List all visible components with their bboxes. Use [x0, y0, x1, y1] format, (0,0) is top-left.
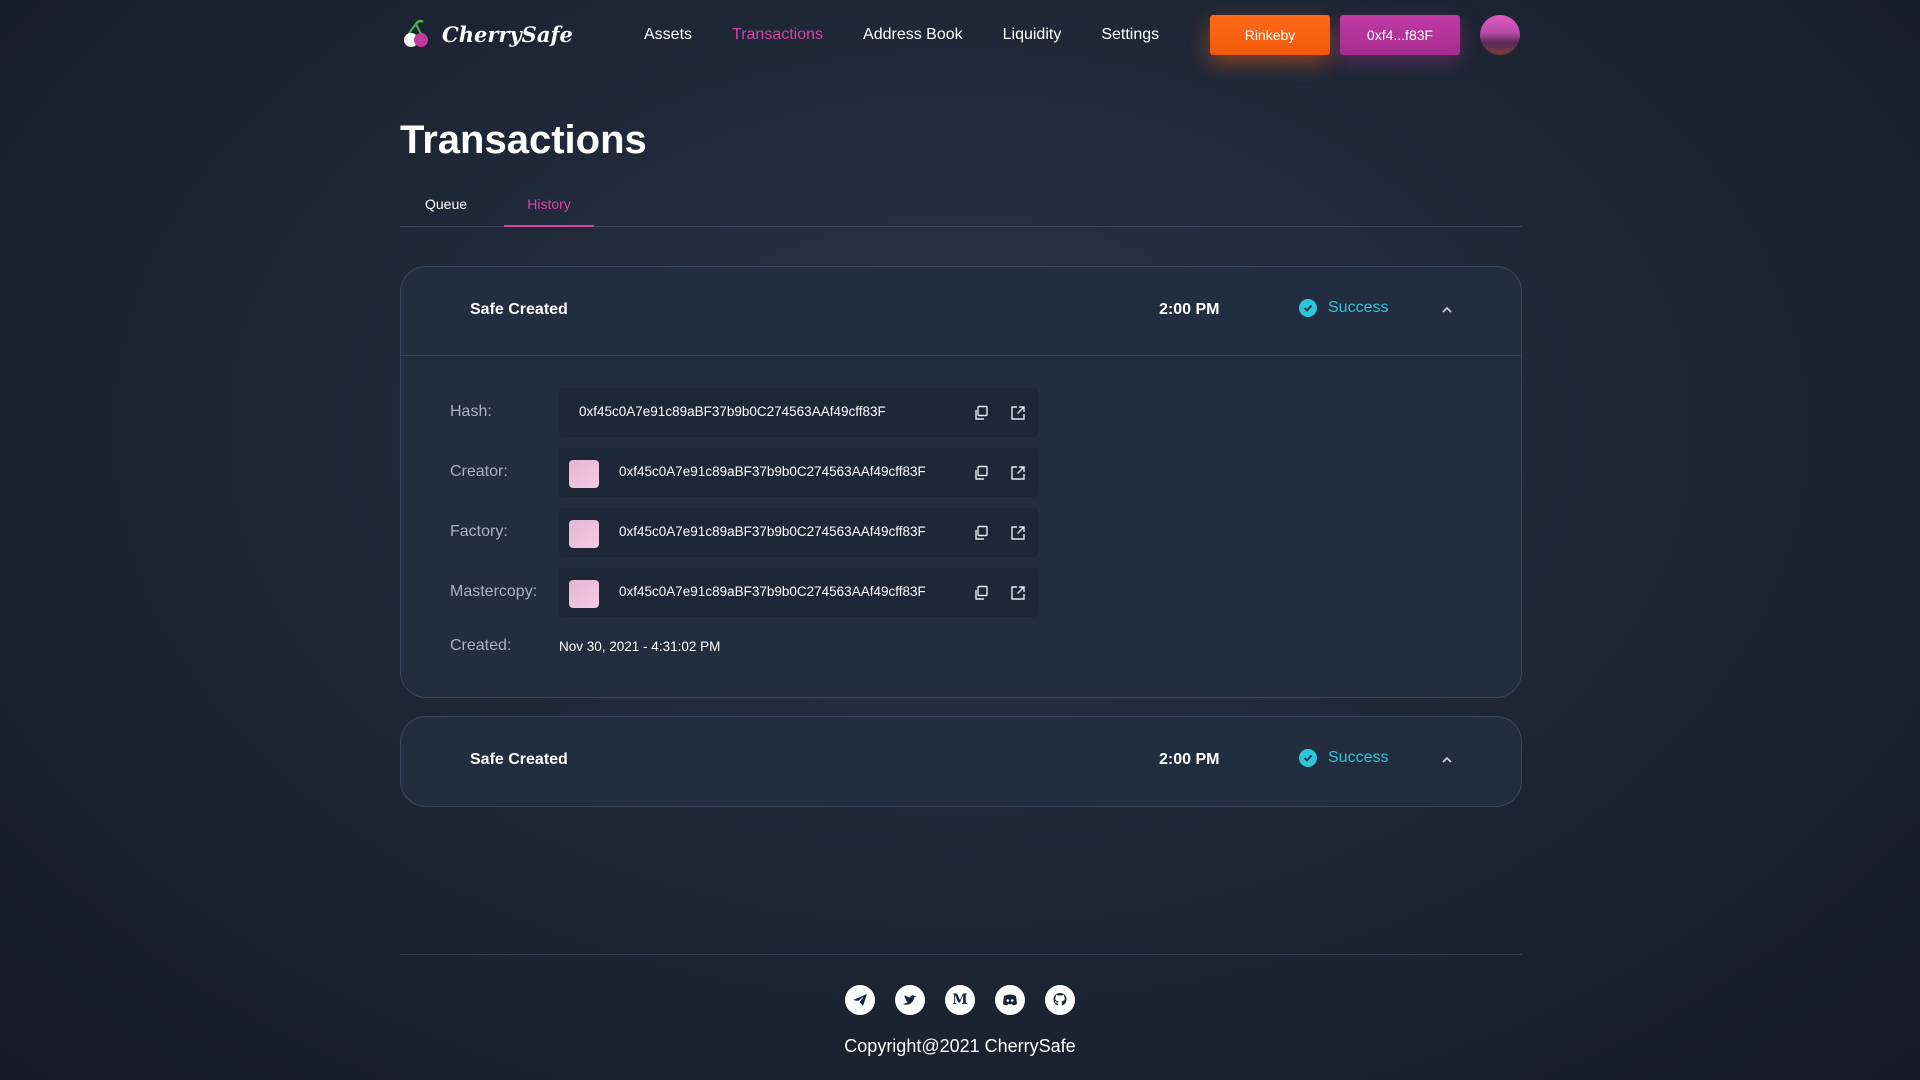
hash-label: Hash:	[450, 403, 492, 420]
discord-icon[interactable]	[995, 985, 1025, 1015]
factory-avatar	[569, 520, 599, 548]
external-link-icon[interactable]	[1010, 585, 1026, 601]
wallet-address-button[interactable]: 0xf4...f83F	[1340, 15, 1460, 55]
nav-assets[interactable]: Assets	[644, 26, 692, 44]
transaction-header[interactable]: Safe Created 2:00 PM Success	[401, 267, 1521, 356]
medium-icon[interactable]: M	[945, 985, 975, 1015]
transaction-card: Safe Created 2:00 PM Success Hash: 0xf45…	[400, 266, 1522, 698]
hash-value: 0xf45c0A7e91c89aBF37b9b0C274563AAf49cff8…	[579, 404, 886, 419]
twitter-icon[interactable]	[895, 985, 925, 1015]
nav-settings[interactable]: Settings	[1101, 26, 1159, 44]
creator-value: 0xf45c0A7e91c89aBF37b9b0C274563AAf49cff8…	[619, 464, 926, 479]
status-text: Success	[1328, 749, 1389, 766]
chevron-up-icon[interactable]	[1438, 751, 1456, 769]
creator-field: 0xf45c0A7e91c89aBF37b9b0C274563AAf49cff8…	[559, 448, 1038, 497]
network-button[interactable]: Rinkeby	[1210, 15, 1330, 55]
github-icon[interactable]	[1045, 985, 1075, 1015]
transaction-header[interactable]: Safe Created 2:00 PM Success	[401, 717, 1521, 805]
nav-liquidity[interactable]: Liquidity	[1003, 26, 1062, 44]
creator-label: Creator:	[450, 463, 508, 480]
external-link-icon[interactable]	[1010, 465, 1026, 481]
copyright-text: Copyright@2021 CherrySafe	[844, 1036, 1076, 1056]
transaction-time: 2:00 PM	[1159, 751, 1220, 768]
status-badge: Success	[1299, 299, 1388, 317]
tab-queue[interactable]: Queue	[425, 196, 467, 212]
brand-name: CherrySafe	[442, 21, 573, 47]
factory-label: Factory:	[450, 523, 508, 540]
mastercopy-field: 0xf45c0A7e91c89aBF37b9b0C274563AAf49cff8…	[559, 568, 1038, 617]
factory-field: 0xf45c0A7e91c89aBF37b9b0C274563AAf49cff8…	[559, 508, 1038, 557]
status-text: Success	[1328, 299, 1389, 316]
creator-avatar	[569, 460, 599, 488]
brand-logo[interactable]: CherrySafe	[400, 18, 573, 50]
external-link-icon[interactable]	[1010, 525, 1026, 541]
cherry-logo-icon	[404, 19, 428, 47]
page-title: Transactions	[400, 118, 647, 162]
created-label: Created:	[450, 637, 512, 654]
copy-icon[interactable]	[973, 465, 989, 481]
transaction-time: 2:00 PM	[1159, 301, 1220, 318]
footer-divider	[400, 954, 1522, 955]
status-badge: Success	[1299, 749, 1388, 767]
top-nav: CherrySafe Assets Transactions Address B…	[400, 14, 1522, 58]
nav-transactions[interactable]: Transactions	[732, 26, 823, 44]
hash-field: 0xf45c0A7e91c89aBF37b9b0C274563AAf49cff8…	[559, 388, 1038, 437]
social-links: M	[845, 985, 1075, 1015]
transaction-title: Safe Created	[470, 301, 568, 318]
mastercopy-avatar	[569, 580, 599, 608]
check-circle-icon	[1299, 299, 1317, 317]
nav-address-book[interactable]: Address Book	[863, 26, 963, 44]
copy-icon[interactable]	[973, 525, 989, 541]
main-menu: Assets Transactions Address Book Liquidi…	[644, 26, 1159, 44]
tab-bar: Queue History	[400, 190, 1522, 227]
tab-history[interactable]: History	[504, 196, 594, 227]
external-link-icon[interactable]	[1010, 405, 1026, 421]
copy-icon[interactable]	[973, 405, 989, 421]
factory-value: 0xf45c0A7e91c89aBF37b9b0C274563AAf49cff8…	[619, 524, 926, 539]
chevron-up-icon[interactable]	[1438, 301, 1456, 319]
telegram-icon[interactable]	[845, 985, 875, 1015]
mastercopy-label: Mastercopy:	[450, 583, 538, 600]
transaction-title: Safe Created	[470, 751, 568, 768]
mastercopy-value: 0xf45c0A7e91c89aBF37b9b0C274563AAf49cff8…	[619, 584, 926, 599]
copy-icon[interactable]	[973, 585, 989, 601]
created-value: Nov 30, 2021 - 4:31:02 PM	[559, 639, 721, 654]
user-avatar[interactable]	[1480, 15, 1520, 55]
transaction-card: Safe Created 2:00 PM Success	[400, 716, 1522, 807]
check-circle-icon	[1299, 749, 1317, 767]
